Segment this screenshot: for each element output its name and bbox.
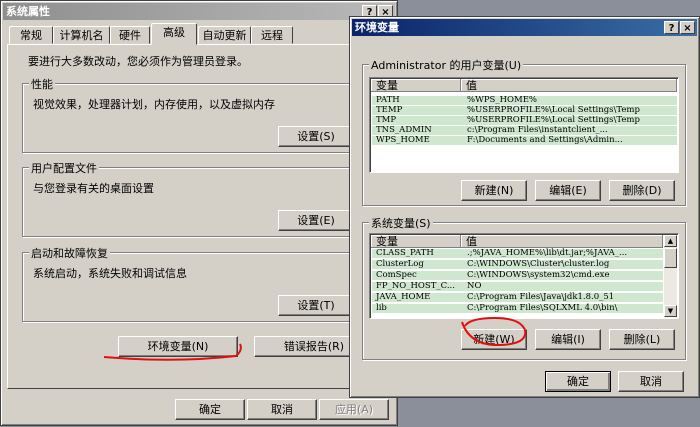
environment-variables-titlebar[interactable]: 环境变量 ? × [352,19,697,36]
user-var-value: %USERPROFILE%\Local Settings\Temp [467,105,640,115]
user-variables-list[interactable]: 变量 值 PATH %WPS_HOME% TEMP %USERPROFILE%\Lo… [369,77,679,173]
apply-button[interactable]: 应用(A) [319,399,389,420]
user-profiles-settings-button[interactable]: 设置(E) [278,210,354,231]
scroll-up-arrow-icon[interactable]: ▲ [664,235,677,247]
admin-note: 要进行大多数改动，您必须作为管理员登录。 [28,55,248,68]
system-variables-group: 系统变量(S) 变量 值 CLASS_PATH .;%JAVA_HOME%\lib… [362,215,686,360]
user-var-name: PATH [376,95,400,105]
user-var-row[interactable]: PATH %WPS_HOME% [372,96,677,105]
user-variables-group: Administrator 的用户变量(U) 变量 值 PATH %WPS_HOM… [362,57,686,206]
user-var-name: WPS_HOME [376,135,430,145]
user-var-value: F:\Documents and Settings\Admin... [467,135,623,145]
scroll-thumb[interactable] [664,248,677,268]
cancel-button[interactable]: 取消 [247,399,317,420]
sys-var-row[interactable]: lib C:\Program Files\SQLXML 4.0\bin\ [372,304,663,313]
tab-auto-update[interactable]: 自动更新 [198,26,251,44]
sys-var-name: FP_NO_HOST_C... [376,281,455,291]
user-var-value: c:\Program Files\instantclient_... [467,125,608,135]
env-ok-button[interactable]: 确定 [545,371,611,392]
environment-variables-button[interactable]: 环境变量(N) [118,336,238,357]
performance-desc: 视觉效果，处理器计划，内存使用，以及虚拟内存 [33,98,275,111]
sys-var-value: .;%JAVA_HOME%\lib\dt.jar;%JAVA_... [467,248,628,258]
ok-button[interactable]: 确定 [175,399,245,420]
tab-general[interactable]: 常规 [9,26,53,44]
system-variables-label: 系统变量(S) [369,215,433,231]
env-cancel-button[interactable]: 取消 [618,371,684,392]
tab-advanced[interactable]: 高级 [151,23,197,45]
user-var-value: %WPS_HOME% [467,95,537,105]
user-col-value[interactable]: 值 [461,79,677,92]
sys-var-name: ComSpec [376,270,417,280]
sys-var-value: C:\WINDOWS\system32\cmd.exe [467,270,610,280]
user-delete-button[interactable]: 删除(D) [609,180,675,201]
env-close-button[interactable]: × [680,21,695,34]
user-profiles-label: 用户配置文件 [29,160,99,176]
user-var-row[interactable]: WPS_HOME F:\Documents and Settings\Admin.… [372,136,677,145]
sys-new-button[interactable]: 新建(W) [461,329,527,350]
user-col-variable[interactable]: 变量 [371,79,461,92]
sys-var-row[interactable]: ComSpec C:\WINDOWS\system32\cmd.exe [372,271,663,280]
performance-settings-button[interactable]: 设置(S) [278,126,354,147]
advanced-tab-panel: 要进行大多数改动，您必须作为管理员登录。 性能 视觉效果，处理器计划，内存使用，… [7,44,390,389]
scroll-down-arrow-icon[interactable]: ▼ [664,305,677,317]
user-var-row[interactable]: TEMP %USERPROFILE%\Local Settings\Temp [372,106,677,115]
sys-var-name: CLASS_PATH [376,248,434,258]
sys-var-row[interactable]: FP_NO_HOST_C... NO [372,282,663,291]
user-profiles-group: 用户配置文件 与您登录有关的桌面设置 设置(E) [22,160,368,237]
user-var-name: TEMP [376,105,403,115]
user-var-row[interactable]: TNS_ADMIN c:\Program Files\instantclient_… [372,126,677,135]
sys-var-row[interactable]: JAVA_HOME C:\Program Files\Java\jdk1.8.0_… [372,293,663,302]
user-var-name: TNS_ADMIN [376,125,432,135]
user-edit-button[interactable]: 编辑(E) [535,180,601,201]
environment-variables-title: 环境变量 [355,21,399,34]
sys-var-name: lib [376,303,387,313]
user-variables-label: Administrator 的用户变量(U) [369,57,524,73]
sys-var-name: ClusterLog [376,259,424,269]
user-var-row[interactable]: TMP %USERPROFILE%\Local Settings\Temp [372,116,677,125]
tab-hardware[interactable]: 硬件 [110,26,150,44]
system-properties-titlebar[interactable]: 系统属性 ? × [3,3,395,20]
user-new-button[interactable]: 新建(N) [461,180,527,201]
tab-remote[interactable]: 远程 [251,26,293,44]
tab-computer-name[interactable]: 计算机名 [53,26,110,44]
system-variables-scrollbar[interactable]: ▲ ▼ [664,235,677,317]
sys-var-row[interactable]: ClusterLog C:\WINDOWS\Cluster\cluster.log [372,260,663,269]
sys-var-value: C:\Program Files\Java\jdk1.8.0_51 [467,292,615,302]
sys-var-row[interactable]: CLASS_PATH .;%JAVA_HOME%\lib\dt.jar;%JAVA… [372,249,663,258]
sys-delete-button[interactable]: 删除(L) [609,329,675,350]
system-properties-title: 系统属性 [6,5,50,18]
startup-recovery-desc: 系统启动，系统失败和调试信息 [33,267,187,280]
sys-var-name: JAVA_HOME [376,292,431,302]
env-help-button[interactable]: ? [664,21,679,34]
sys-var-value: NO [467,281,482,291]
user-var-name: TMP [376,115,397,125]
startup-recovery-settings-button[interactable]: 设置(T) [278,295,354,316]
system-variables-list[interactable]: 变量 值 CLASS_PATH .;%JAVA_HOME%\lib\dt.jar;… [369,233,679,319]
sys-var-value: C:\Program Files\SQLXML 4.0\bin\ [467,303,618,313]
performance-label: 性能 [29,76,55,92]
environment-variables-window: 环境变量 ? × Administrator 的用户变量(U) 变量 值 PAT… [349,16,700,398]
performance-group: 性能 视觉效果，处理器计划，内存使用，以及虚拟内存 设置(S) [22,76,368,153]
sys-edit-button[interactable]: 编辑(I) [535,329,601,350]
system-properties-window: 系统属性 ? × 常规 计算机名 硬件 高级 自动更新 远程 要进行大多数改动，… [0,0,398,426]
sys-col-variable[interactable]: 变量 [371,235,461,248]
startup-recovery-label: 启动和故障恢复 [29,245,110,261]
user-profiles-desc: 与您登录有关的桌面设置 [33,182,154,195]
startup-recovery-group: 启动和故障恢复 系统启动，系统失败和调试信息 设置(T) [22,245,368,322]
sys-col-value[interactable]: 值 [461,235,663,248]
user-var-value: %USERPROFILE%\Local Settings\Temp [467,115,640,125]
sys-var-value: C:\WINDOWS\Cluster\cluster.log [467,259,610,269]
